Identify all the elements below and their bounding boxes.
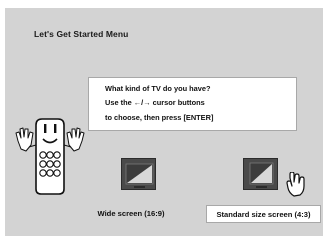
option-standard-screen[interactable]: Standard size screen (4:3): [206, 205, 321, 223]
menu-title: Let's Get Started Menu: [34, 29, 129, 39]
standard-tv-icon[interactable]: [243, 158, 278, 190]
tv-setup-screen: Let's Get Started Menu What kind of TV d…: [0, 0, 329, 246]
instruction-question: What kind of TV do you have?: [105, 84, 211, 93]
pointing-hand-icon: [286, 172, 305, 197]
instruction-confirm: to choose, then press [ENTER]: [105, 113, 214, 122]
instruction-navigation: Use the ←/→ cursor buttons: [105, 98, 205, 107]
instruction-box: What kind of TV do you have? Use the ←/→…: [88, 77, 297, 131]
wide-tv-icon[interactable]: [121, 158, 156, 190]
option-wide-screen[interactable]: Wide screen (16:9): [76, 205, 186, 223]
remote-control-mascot-icon: [15, 118, 85, 195]
